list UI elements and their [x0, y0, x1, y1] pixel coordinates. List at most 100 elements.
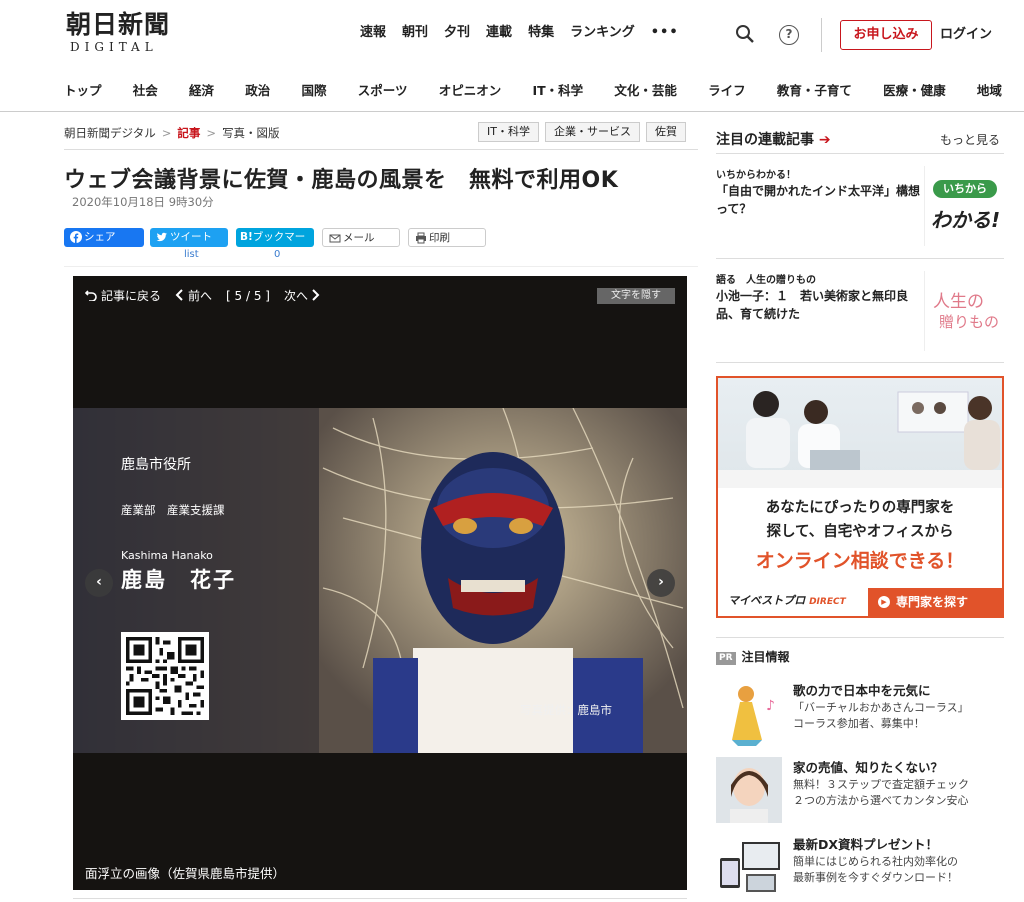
category-life[interactable]: ライフ [708, 80, 746, 99]
site-logo[interactable]: 朝日新聞 DIGITAL [66, 10, 188, 58]
series-item-link[interactable]: 「自由で開かれたインド太平洋」構想って？ [716, 182, 920, 218]
category-top[interactable]: トップ [64, 80, 102, 99]
category-economy[interactable]: 経済 [189, 80, 214, 99]
pr-item-desc: 「バーチャルおかあさんコーラス」 コーラス参加者、募集中！ [793, 700, 1003, 732]
tag-business[interactable]: 企業・サービス [544, 122, 640, 142]
tag-it-science[interactable]: IT・科学 [478, 122, 539, 142]
next-label: 次へ [283, 289, 308, 303]
topnav-item-morning[interactable]: 朝刊 [394, 22, 436, 44]
divider [73, 898, 687, 899]
pr-item-desc-line1: 無料！３ステップで査定額チェック [793, 778, 969, 791]
pr-thumbnail [716, 757, 782, 823]
card-name: 鹿島 花子 [121, 568, 236, 592]
help-icon[interactable]: ? [779, 25, 799, 45]
mail-share-button[interactable]: メール [322, 228, 400, 247]
article-tags: IT・科学 企業・サービス 佐賀 [478, 122, 686, 142]
series-item-link[interactable]: 小池一子：１ 若い美術家と無印良品、育て続けた [716, 287, 920, 323]
breadcrumb-home[interactable]: 朝日新聞デジタル [64, 126, 156, 140]
ad-headline-line3: オンライン相談できる！ [755, 550, 965, 572]
prev-label: 前へ [188, 289, 213, 303]
hide-text-button[interactable]: 文字を隠す [597, 288, 675, 304]
chevron-left-icon [175, 289, 183, 301]
pr-item[interactable]: 家の売値、知りたくない？ 無料！３ステップで査定額チェック ２つの方法から選べて… [716, 757, 1004, 823]
top-nav: 速報 朝刊 夕刊 連載 特集 ランキング ••• [352, 22, 687, 44]
card-department: 産業部 産業支援課 [121, 503, 225, 517]
category-international[interactable]: 国際 [302, 80, 327, 99]
login-button[interactable]: ログイン [940, 20, 992, 50]
mail-share-label: メール [343, 232, 375, 244]
pr-item[interactable]: 最新DX資料プレゼント！ 簡単にはじめられる社内効率化の 最新事例を今すぐダウン… [716, 834, 1004, 900]
breadcrumb-section: 写真・図版 [222, 126, 280, 140]
topnav-item-features[interactable]: 特集 [520, 22, 562, 44]
apply-button[interactable]: お申し込み [840, 20, 932, 50]
category-region[interactable]: 地域 [977, 80, 1002, 99]
topnav-item-ranking[interactable]: ランキング [562, 22, 643, 44]
prev-button[interactable]: 前へ [175, 287, 212, 305]
site-header: 朝日新聞 DIGITAL 速報 朝刊 夕刊 連載 特集 ランキング ••• ? … [0, 0, 1024, 112]
category-sports[interactable]: スポーツ [358, 80, 408, 99]
category-politics[interactable]: 政治 [245, 80, 270, 99]
ad-photo [718, 378, 1002, 488]
card-organization: 鹿島市役所 [121, 457, 191, 473]
divider [716, 637, 1004, 638]
series-thumbnail[interactable]: いちから わかる! [924, 166, 1004, 246]
next-button[interactable]: 次へ [284, 287, 320, 305]
divider [716, 258, 1004, 259]
category-health[interactable]: 医療・健康 [883, 80, 946, 99]
series-kicker: いちからわかる！ [716, 170, 796, 181]
back-label: 記事に戻る [101, 289, 162, 303]
pr-item-title: 最新DX資料プレゼント！ [793, 837, 939, 852]
print-button[interactable]: 印刷 [408, 228, 486, 247]
card-name-romanized: Kashima Hanako [121, 549, 213, 562]
twitter-bird-icon [156, 231, 168, 243]
hatena-bookmark-button[interactable]: B!ブックマーク [236, 228, 314, 262]
hatena-count[interactable]: 0 [274, 249, 280, 260]
print-label: 印刷 [429, 232, 450, 244]
more-link[interactable]: もっと見る [940, 131, 1000, 148]
facebook-share-label: シェア [84, 231, 116, 243]
back-to-article-button[interactable]: 記事に戻る [84, 287, 162, 305]
twitter-share-button[interactable]: ツイート [150, 228, 228, 247]
photo-counter: [ 5 / 5 ] [226, 289, 270, 303]
divider [64, 149, 698, 150]
series-thumbnail[interactable]: 人生の 贈りもの [924, 271, 1004, 351]
thumb-label-bottom: わかる! [931, 208, 1001, 232]
chevron-right-icon [312, 289, 320, 301]
pr-item[interactable]: ♪ 歌の力で日本中を元気に 「バーチャルおかあさんコーラス」 コーラス参加者、募… [716, 680, 1004, 746]
topnav-item-breaking[interactable]: 速報 [352, 22, 394, 44]
tag-saga[interactable]: 佐賀 [645, 122, 686, 142]
category-culture[interactable]: 文化・芸能 [614, 80, 677, 99]
featured-series-heading[interactable]: 注目の連載記事 ➔ [716, 129, 831, 149]
ad-headline-line2: 探して、自宅やオフィスから [766, 524, 954, 540]
facebook-icon [70, 231, 82, 243]
svg-text:♪: ♪ [766, 698, 775, 714]
prev-photo-arrow-icon[interactable]: ‹ [85, 569, 113, 597]
printer-icon [415, 232, 427, 244]
featured-series-title: 注目の連載記事 [716, 132, 814, 148]
twitter-count-link[interactable]: list [184, 249, 199, 260]
topnav-more-icon[interactable]: ••• [643, 22, 687, 44]
category-society[interactable]: 社会 [133, 80, 158, 99]
category-education[interactable]: 教育・子育て [777, 80, 852, 99]
divider [716, 362, 1004, 363]
article-date: 2020年10月18日 9時30分 [72, 195, 214, 209]
category-it-science[interactable]: IT・科学 [533, 80, 584, 99]
photo-credit: 写真提供：鹿島市 [520, 703, 612, 717]
category-opinion[interactable]: オピニオン [439, 80, 502, 99]
advertisement-banner[interactable]: あなたにぴったりの専門家を 探して、自宅やオフィスから オンライン相談できる！ … [716, 376, 1004, 618]
next-photo-arrow-icon[interactable]: › [647, 569, 675, 597]
breadcrumb-sep: > [161, 126, 172, 140]
thumb-label-bottom: 贈りもの [939, 313, 1000, 331]
pr-item-desc: 無料！３ステップで査定額チェック ２つの方法から選べてカンタン安心 [793, 777, 1003, 809]
viewer-photo: 鹿島市役所 産業部 産業支援課 Kashima Hanako 鹿島 花子 写真提… [73, 408, 687, 753]
breadcrumb-current[interactable]: 記事 [177, 126, 200, 140]
search-icon[interactable] [735, 24, 755, 44]
topnav-item-evening[interactable]: 夕刊 [436, 22, 478, 44]
facebook-share-button[interactable]: シェア [64, 228, 144, 247]
ad-brand-name: マイベストプロ [728, 594, 806, 607]
ad-brand-sub: DIRECT [809, 597, 846, 607]
ad-cta-button[interactable]: ▶ 専門家を探す [868, 588, 1002, 616]
topnav-item-series[interactable]: 連載 [478, 22, 520, 44]
breadcrumb: 朝日新聞デジタル > 記事 > 写真・図版 [64, 125, 280, 141]
photo-caption: 面浮立の画像（佐賀県鹿島市提供） [85, 866, 286, 881]
